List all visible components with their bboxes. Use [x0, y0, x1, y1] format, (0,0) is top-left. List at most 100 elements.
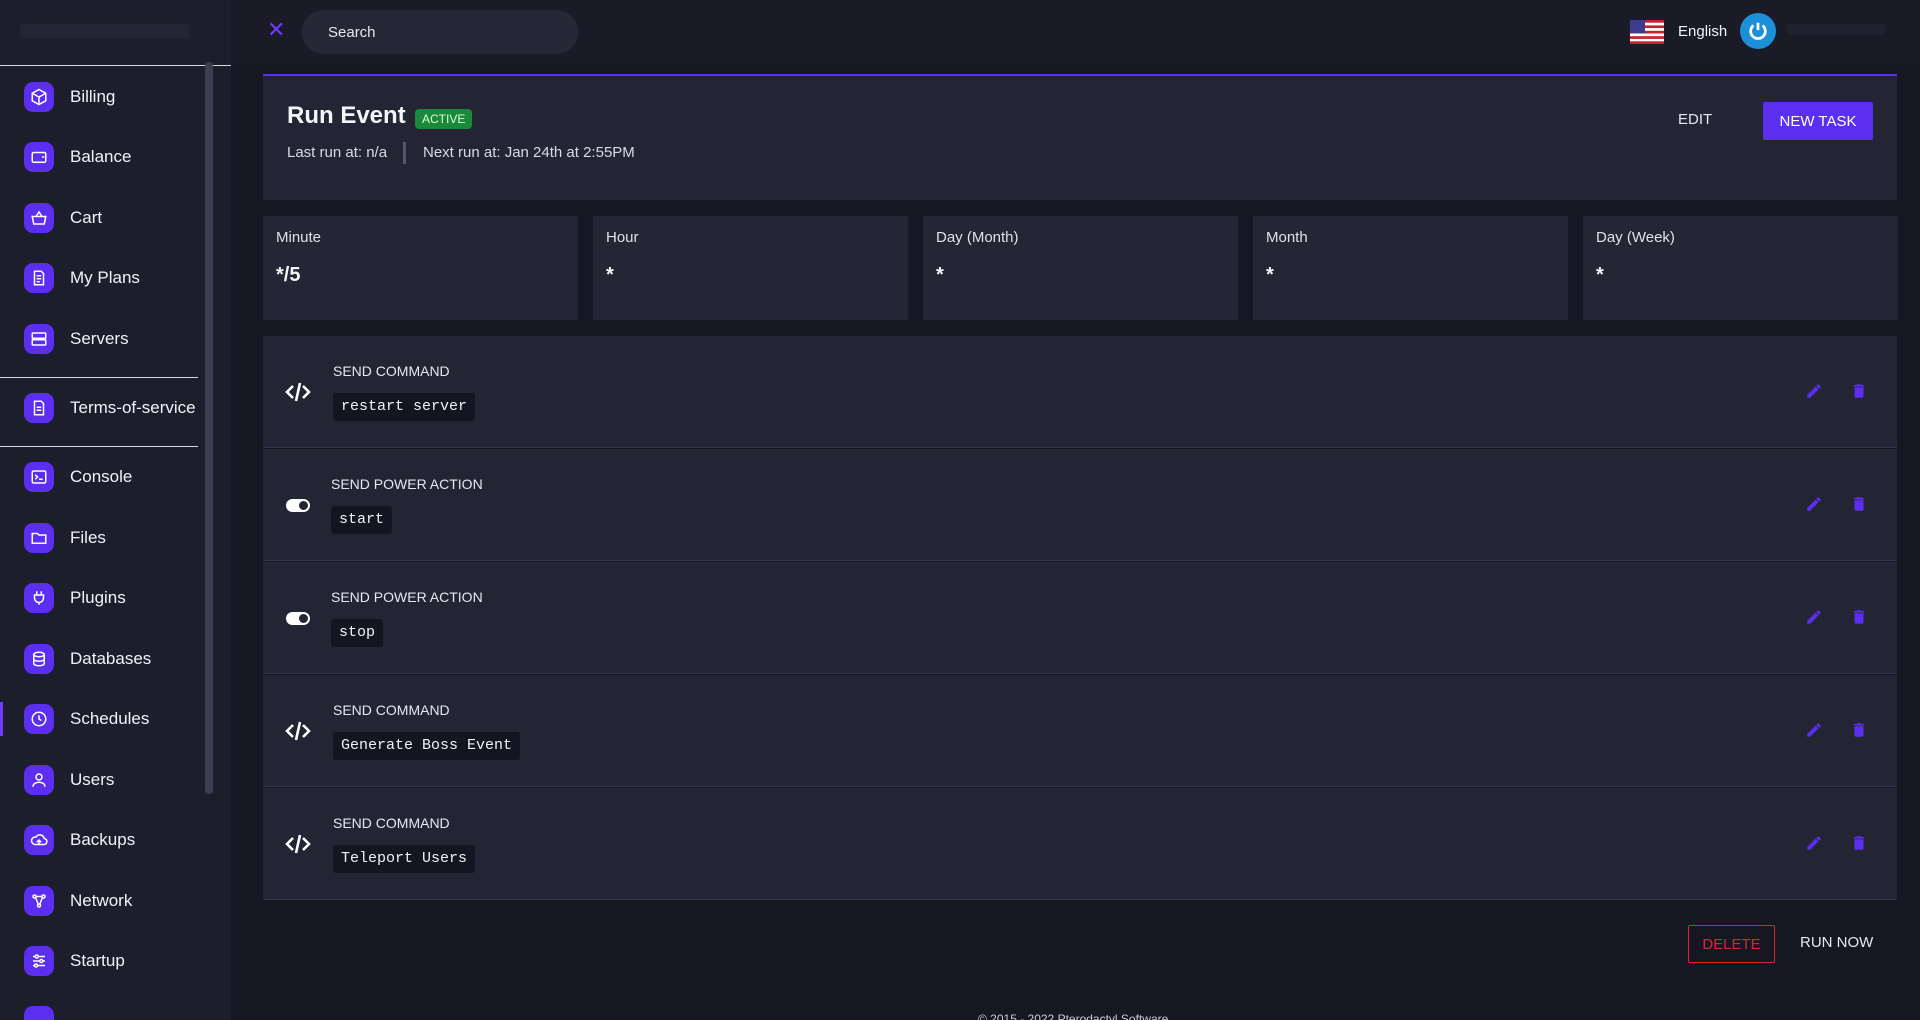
us-flag-icon[interactable]: [1630, 20, 1664, 44]
task-row: SEND POWER ACTION stop: [263, 562, 1897, 674]
sidebar-item-label: Users: [70, 770, 115, 789]
sidebar-item-balance[interactable]: Balance: [0, 134, 205, 180]
trash-icon[interactable]: [1850, 608, 1868, 626]
sidebar-item-label: Files: [70, 528, 106, 547]
cron-day-month-card: Day (Month) *: [923, 216, 1238, 320]
cron-label: Minute: [276, 229, 322, 246]
sidebar-divider: [0, 446, 198, 447]
task-payload: Teleport Users: [333, 845, 476, 873]
sidebar-item-network[interactable]: Network: [0, 878, 205, 924]
cloud-upload-icon: [24, 825, 54, 855]
cron-label: Day (Week): [1596, 229, 1675, 246]
run-now-button[interactable]: RUN NOW: [1800, 934, 1873, 951]
task-row: SEND COMMAND restart server: [263, 336, 1897, 448]
sidebar-item-label: Databases: [70, 649, 152, 668]
schedule-header: Run Event ACTIVE Last run at: n/a Next r…: [263, 74, 1897, 200]
task-payload: Generate Boss Event: [333, 732, 521, 760]
cron-value: *: [1596, 264, 1604, 286]
cron-value: *: [606, 264, 614, 286]
sidebar-item-label: Schedules: [70, 709, 150, 728]
trash-icon[interactable]: [1850, 834, 1868, 852]
task-payload: stop: [331, 619, 384, 647]
database-icon: [24, 644, 54, 674]
power-icon[interactable]: [1740, 13, 1776, 49]
pencil-icon[interactable]: [1805, 721, 1823, 739]
task-row: SEND COMMAND Teleport Users: [263, 788, 1897, 900]
cron-day-week-card: Day (Week) *: [1583, 216, 1898, 320]
sliders-icon: [24, 946, 54, 976]
trash-icon[interactable]: [1850, 721, 1868, 739]
sidebar-item-label: Cart: [70, 208, 103, 227]
edit-button[interactable]: EDIT: [1678, 111, 1712, 128]
pencil-icon[interactable]: [1805, 382, 1823, 400]
task-payload: restart server: [333, 393, 476, 421]
last-run-text: Last run at: n/a: [287, 144, 388, 161]
folder-icon: [24, 523, 54, 553]
task-type: SEND COMMAND: [333, 363, 450, 379]
language-label[interactable]: English: [1678, 23, 1727, 40]
delete-button[interactable]: DELETE: [1688, 925, 1775, 963]
sidebar-item-my-plans[interactable]: My Plans: [0, 255, 205, 301]
code-icon: [285, 721, 311, 741]
pencil-icon[interactable]: [1805, 608, 1823, 626]
sidebar-item-label: Startup: [70, 951, 125, 970]
sidebar-item-startup[interactable]: Startup: [0, 938, 205, 984]
sidebar-item-label: Terms-of-service: [70, 398, 196, 417]
sidebar-item-partial[interactable]: [0, 998, 205, 1020]
cron-minute-card: Minute */5: [263, 216, 578, 320]
page-title: Run Event: [287, 102, 406, 129]
pencil-icon[interactable]: [1805, 834, 1823, 852]
trash-icon[interactable]: [1850, 382, 1868, 400]
user-menu[interactable]: [1786, 24, 1886, 34]
sidebar-item-label: Network: [70, 891, 133, 910]
server-icon: [24, 324, 54, 354]
sidebar-item-servers[interactable]: Servers: [0, 316, 205, 362]
sidebar-item-schedules[interactable]: Schedules: [0, 696, 205, 742]
footer-copyright: © 2015 - 2022 Pterodactyl Software: [978, 1012, 1169, 1020]
sidebar-item-label: My Plans: [70, 268, 140, 287]
settings-icon: [24, 1006, 54, 1020]
sidebar-divider: [0, 377, 198, 378]
wallet-icon: [24, 142, 54, 172]
task-type: SEND POWER ACTION: [331, 476, 483, 492]
sidebar-scrollbar[interactable]: [205, 62, 213, 794]
toggle-icon: [286, 499, 310, 512]
sidebar-item-terms[interactable]: Terms-of-service: [0, 385, 205, 431]
plug-icon: [24, 583, 54, 613]
box-icon: [24, 82, 54, 112]
sidebar-item-databases[interactable]: Databases: [0, 636, 205, 682]
sidebar-item-cart[interactable]: Cart: [0, 195, 205, 241]
trash-icon[interactable]: [1850, 495, 1868, 513]
task-row: SEND COMMAND Generate Boss Event: [263, 675, 1897, 787]
task-type: SEND POWER ACTION: [331, 589, 483, 605]
cron-hour-card: Hour *: [593, 216, 908, 320]
task-type: SEND COMMAND: [333, 815, 450, 831]
close-icon[interactable]: ✕: [267, 17, 285, 43]
code-icon: [285, 382, 311, 402]
cron-label: Month: [1266, 229, 1308, 246]
cron-value: *: [936, 264, 944, 286]
terminal-icon: [24, 462, 54, 492]
sidebar-item-files[interactable]: Files: [0, 515, 205, 561]
sidebar-item-console[interactable]: Console: [0, 454, 205, 500]
topbar: ✕ English: [231, 0, 1920, 64]
sidebar-item-billing[interactable]: Billing: [0, 74, 205, 120]
sidebar-item-plugins[interactable]: Plugins: [0, 575, 205, 621]
sidebar-item-users[interactable]: Users: [0, 757, 205, 803]
cron-month-card: Month *: [1253, 216, 1568, 320]
sidebar-item-label: Billing: [70, 87, 116, 106]
basket-icon: [24, 203, 54, 233]
sidebar-item-label: Servers: [70, 329, 129, 348]
new-task-button[interactable]: NEW TASK: [1763, 102, 1873, 140]
search-input[interactable]: [302, 10, 578, 54]
sidebar-item-label: Console: [70, 467, 133, 486]
sidebar-item-backups[interactable]: Backups: [0, 817, 205, 863]
cron-label: Day (Month): [936, 229, 1019, 246]
toggle-icon: [286, 612, 310, 625]
sidebar-item-label: Balance: [70, 147, 132, 166]
code-icon: [285, 834, 311, 854]
pencil-icon[interactable]: [1805, 495, 1823, 513]
task-payload: start: [331, 506, 393, 534]
document-icon: [24, 393, 54, 423]
cron-label: Hour: [606, 229, 639, 246]
